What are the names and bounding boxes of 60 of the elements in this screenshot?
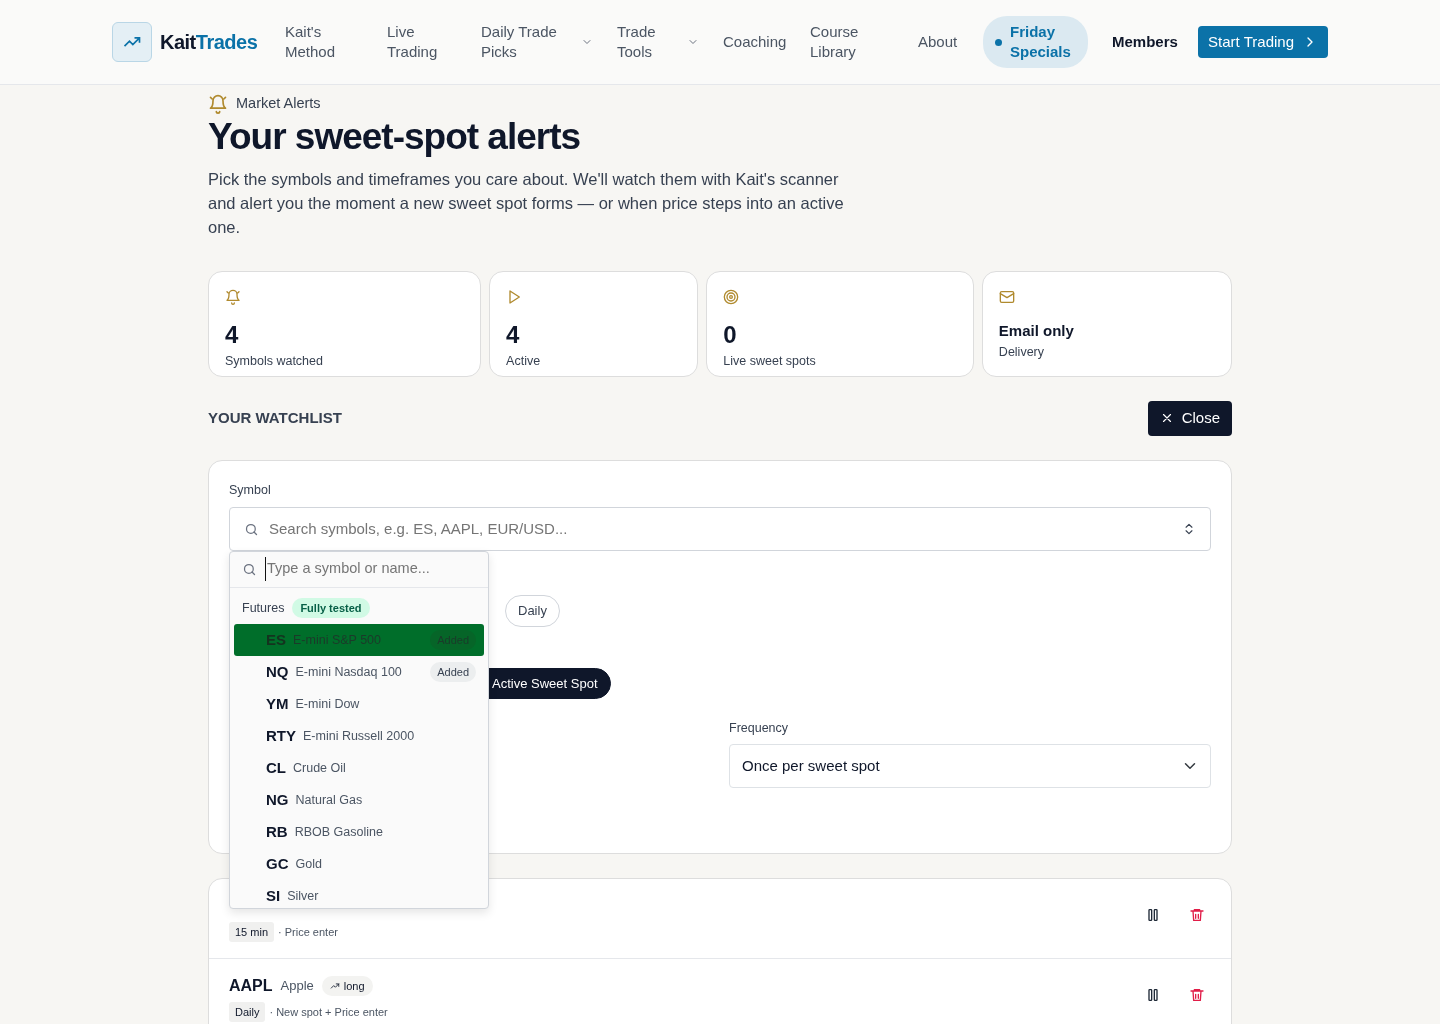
group-label: Futures (242, 599, 285, 617)
symbol-option[interactable]: SI Silver (234, 880, 484, 908)
symbol-search-field[interactable]: Search symbols, e.g. ES, AAPL, EUR/USD... (229, 507, 1211, 552)
target-icon (723, 289, 740, 306)
play-icon (506, 289, 523, 306)
mail-icon (998, 289, 1015, 306)
stat-label: Active (506, 353, 542, 371)
bell-icon (225, 289, 241, 306)
search-icon (242, 561, 257, 577)
alert-detail: · New spot + Price enter (269, 1004, 388, 1020)
page-description: Pick the symbols and timeframes you care about. We'll watch them with Kait's scanner and alert you the moment a new sweet spot forms — or when price steps into an active one. (208, 169, 845, 239)
nav-link[interactable]: Course Library (810, 22, 890, 62)
symbol-option[interactable]: GC Gold (234, 848, 484, 881)
pause-icon (1145, 987, 1161, 1004)
eyebrow-label: Market Alerts (236, 94, 321, 113)
start-trading-button[interactable]: Start Trading (1198, 25, 1328, 59)
page-title: Your sweet-spot alerts (208, 114, 582, 159)
stat-label: Symbols watched (225, 353, 324, 371)
pause-icon (1145, 907, 1161, 924)
symbol-name: Apple (280, 977, 314, 996)
nav-link[interactable]: Daily Trade Picks (481, 22, 561, 62)
symbol-option[interactable]: CL Crude Oil (234, 752, 484, 785)
stat-value: 0 (723, 320, 738, 351)
timeframe-chip[interactable]: Daily (505, 595, 560, 627)
stat-value: Email only (998, 321, 1075, 342)
nav-link[interactable]: Coaching (723, 32, 787, 52)
section-heading: YOUR WATCHLIST (208, 408, 342, 429)
frequency-select[interactable]: Once per sweet spot (729, 744, 1211, 789)
tested-badge: Fully tested (292, 597, 370, 619)
logo-icon[interactable] (112, 22, 152, 62)
trash-icon (1189, 907, 1205, 924)
specials-link[interactable]: Friday Specials (983, 16, 1088, 68)
symbol-option[interactable]: NG Natural Gas (234, 784, 484, 817)
nav-link[interactable]: About (918, 32, 958, 52)
alert-detail: · Price enter (278, 924, 338, 940)
symbol-search-input[interactable]: Search symbols, e.g. ES, AAPL, EUR/USD... (267, 517, 1174, 542)
trend-up-icon (329, 980, 340, 991)
stat-value: 4 (225, 320, 240, 351)
field-label: Symbol (229, 481, 272, 499)
symbol-code: AAPL (229, 975, 273, 996)
stat-label: Delivery (998, 343, 1045, 361)
added-badge: Added (430, 661, 476, 683)
field-label: Frequency (729, 720, 790, 738)
bell-icon (208, 93, 228, 114)
nav-link[interactable]: Kait's Method (285, 22, 365, 62)
dropdown-search-field[interactable]: Type a symbol or name... (230, 551, 488, 588)
trash-icon (1189, 987, 1205, 1004)
members-link[interactable]: Members (1112, 32, 1178, 52)
brand-name[interactable]: KaitTrades (160, 27, 258, 57)
search-icon (244, 521, 259, 537)
close-button[interactable]: Close (1147, 401, 1232, 436)
nav-link[interactable]: Trade Tools (617, 22, 687, 62)
stat-value: 4 (506, 320, 521, 351)
stat-label: Live sweet spots (723, 353, 817, 371)
timeframe-tag: 15 min (229, 921, 275, 943)
nav-link[interactable]: Live Trading (387, 22, 467, 62)
trend-tag: long (321, 975, 373, 997)
timeframe-tag: Daily (229, 1001, 266, 1023)
symbol-option[interactable]: RTY E-mini Russell 2000 (234, 720, 484, 753)
symbol-option[interactable]: RB RBOB Gasoline (234, 816, 484, 849)
